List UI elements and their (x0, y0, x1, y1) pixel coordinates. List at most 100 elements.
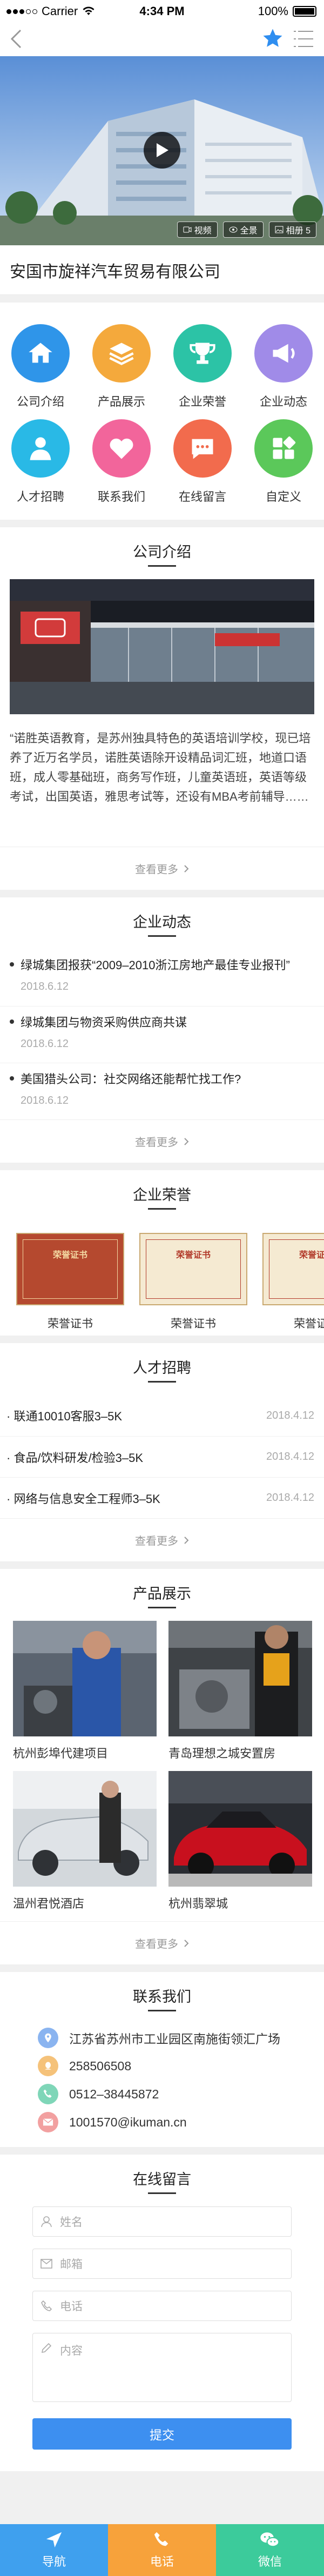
bullet-icon (10, 1076, 14, 1081)
contact-item[interactable]: 江苏省苏州市工业园区南施街领汇广场 (0, 2024, 324, 2052)
back-icon[interactable] (10, 28, 23, 50)
video-tag[interactable]: 视频 (177, 222, 218, 238)
grid-item[interactable]: 在线留言 (162, 419, 243, 514)
edit-icon (41, 2343, 52, 2353)
phone-icon (41, 2300, 52, 2311)
jobs-more-link[interactable]: 查看更多 (0, 1518, 324, 1561)
honors-title: 企业荣誉 (0, 1170, 324, 1222)
news-title: 企业动态 (0, 897, 324, 949)
grid-item-label: 企业荣誉 (178, 395, 226, 408)
certificate-image: 荣誉证书 (16, 1233, 124, 1305)
products-more-link[interactable]: 查看更多 (0, 1921, 324, 1964)
news-item[interactable]: 美国猎头公司：社交网络还能帮忙找工作? 2018.6.12 (0, 1063, 324, 1119)
name-placeholder: 姓名 (60, 2216, 83, 2229)
grid-item[interactable]: 人才招聘 (0, 419, 81, 514)
news-more-link[interactable]: 查看更多 (0, 1119, 324, 1163)
content-textarea[interactable]: 内容 (32, 2333, 292, 2402)
contact-text: 江苏省苏州市工业园区南施街领汇广场 (69, 2032, 280, 2046)
bullet-icon (10, 962, 14, 967)
layers-icon (92, 324, 151, 383)
contact-list: 江苏省苏州市工业园区南施街领汇广场 258506508 0512–38445872 1… (0, 2024, 324, 2136)
product-card[interactable]: 杭州彭埠代建项目 (13, 1621, 157, 1771)
tab-phone[interactable]: 电话 (108, 2524, 216, 2576)
product-image (13, 1621, 157, 1736)
play-button[interactable] (144, 132, 180, 169)
name-field[interactable]: 姓名 (32, 2206, 292, 2237)
product-card[interactable]: 温州君悦酒店 (13, 1771, 157, 1921)
tab-navigation[interactable]: 导航 (0, 2524, 108, 2576)
job-item[interactable]: · 网络与信息安全工程师3–5K 2018.4.12 (0, 1477, 324, 1518)
honors-title-text: 企业荣誉 (133, 1183, 191, 1210)
job-item[interactable]: · 联通10010客服3–5K 2018.4.12 (0, 1395, 324, 1436)
status-bar: Carrier 4:34 PM 100% (0, 0, 324, 22)
email-placeholder: 邮箱 (60, 2258, 83, 2271)
contact-item[interactable]: 258506508 (0, 2052, 324, 2080)
play-icon (157, 143, 168, 157)
grid-item[interactable]: 企业动态 (243, 324, 324, 419)
feature-grid: 公司介绍 产品展示 企业荣誉 企业动态人才招聘 联系我们 在线留言 自定义 (0, 303, 324, 520)
intro-text: “诺胜英语教育，是苏州独具特色的英语培训学校，现已培养了近万名学员，诺胜英语除开… (10, 732, 311, 803)
job-date: 2018.4.12 (266, 1451, 314, 1463)
product-card[interactable]: 青岛理想之城安置房 (168, 1621, 312, 1771)
chevron-right-icon (184, 1137, 189, 1145)
bullet-icon (10, 1019, 14, 1024)
panorama-icon (229, 226, 238, 233)
email-field[interactable]: 邮箱 (32, 2249, 292, 2279)
contact-text: 1001570@ikuman.cn (69, 2115, 187, 2129)
honor-item[interactable]: 荣誉证书荣誉证书 (262, 1233, 324, 1336)
honors-carousel[interactable]: 荣誉证书荣誉证书荣誉证书荣誉证书荣誉证书荣誉证书 (0, 1222, 324, 1336)
grid-item[interactable]: 产品展示 (81, 324, 162, 419)
contact-text: 258506508 (69, 2058, 132, 2073)
intro-more-link[interactable]: 查看更多 (0, 847, 324, 890)
mechanic-photo (13, 1621, 157, 1736)
contact-item[interactable]: 1001570@ikuman.cn (0, 2108, 324, 2136)
intro-more-label: 查看更多 (135, 864, 178, 876)
job-title: · 网络与信息安全工程师3–5K (6, 1492, 160, 1506)
mail-icon (40, 2259, 52, 2269)
jobs-title-text: 人才招聘 (133, 1356, 191, 1383)
star-icon[interactable] (261, 27, 284, 50)
honor-item[interactable]: 荣誉证书荣誉证书 (16, 1233, 124, 1336)
menu-icon[interactable] (293, 29, 314, 49)
status-right: 100% (258, 4, 316, 18)
engine-photo (168, 1621, 312, 1736)
grid-item[interactable]: 联系我们 (81, 419, 162, 514)
jobs-section: 人才招聘 · 联通10010客服3–5K 2018.4.12 · 食品/饮料研发/检… (0, 1343, 324, 1561)
album-icon (275, 226, 284, 233)
grid-item[interactable]: 公司介绍 (0, 324, 81, 419)
products-title-text: 产品展示 (133, 1582, 191, 1608)
intro-title: 公司介绍 (0, 527, 324, 579)
news-item[interactable]: 绿城集团报获“2009–2010浙江房地产最佳专业报刊” 2018.6.12 (0, 949, 324, 1006)
job-date: 2018.4.12 (266, 1409, 314, 1421)
chat-icon (173, 419, 232, 478)
dealership-photo (10, 579, 314, 714)
hero-banner: 视频 全景 相册 5 (0, 56, 324, 245)
product-card[interactable]: 杭州翡翠城 (168, 1771, 312, 1921)
job-title-text: 联通10010客服3–5K (14, 1410, 123, 1423)
products-section: 产品展示 杭州彭埠代建项目 青岛理想之城安置房 温州君悦酒店 杭州翡翠城 查看更… (0, 1569, 324, 1964)
contact-text: 0512–38445872 (69, 2087, 159, 2101)
app-root: Carrier 4:34 PM 100% 视频 全景 相册 5 安国市旋祥汽车贸… (0, 0, 324, 2576)
trophy-icon (173, 324, 232, 383)
grid-item-label: 人才招聘 (16, 490, 64, 504)
news-item-date: 2018.6.12 (21, 1095, 69, 1106)
news-item-date: 2018.6.12 (21, 1038, 69, 1050)
album-tag[interactable]: 相册 5 (268, 222, 316, 238)
honor-item[interactable]: 荣誉证书荣誉证书 (139, 1233, 247, 1336)
tab-wechat[interactable]: 微信 (216, 2524, 324, 2576)
news-item[interactable]: 绿城集团与物资采购供应商共谋 2018.6.12 (0, 1006, 324, 1063)
news-item-title-text: 美国猎头公司：社交网络还能帮忙找工作? (21, 1072, 241, 1086)
grid-item-label: 公司介绍 (16, 395, 64, 408)
grid-item[interactable]: 企业荣誉 (162, 324, 243, 419)
grid-item[interactable]: 自定义 (243, 419, 324, 514)
phone-field[interactable]: 电话 (32, 2291, 292, 2321)
submit-button[interactable]: 提交 (32, 2418, 292, 2450)
panorama-tag[interactable]: 全景 (222, 222, 264, 238)
contact-item[interactable]: 0512–38445872 (0, 2080, 324, 2108)
message-title: 在线留言 (0, 2155, 324, 2206)
product-image (168, 1621, 312, 1736)
product-image (168, 1771, 312, 1887)
job-title: · 联通10010客服3–5K (6, 1410, 123, 1423)
certificate-inner: 荣誉证书 (146, 1239, 241, 1299)
job-item[interactable]: · 食品/饮料研发/检验3–5K 2018.4.12 (0, 1436, 324, 1477)
